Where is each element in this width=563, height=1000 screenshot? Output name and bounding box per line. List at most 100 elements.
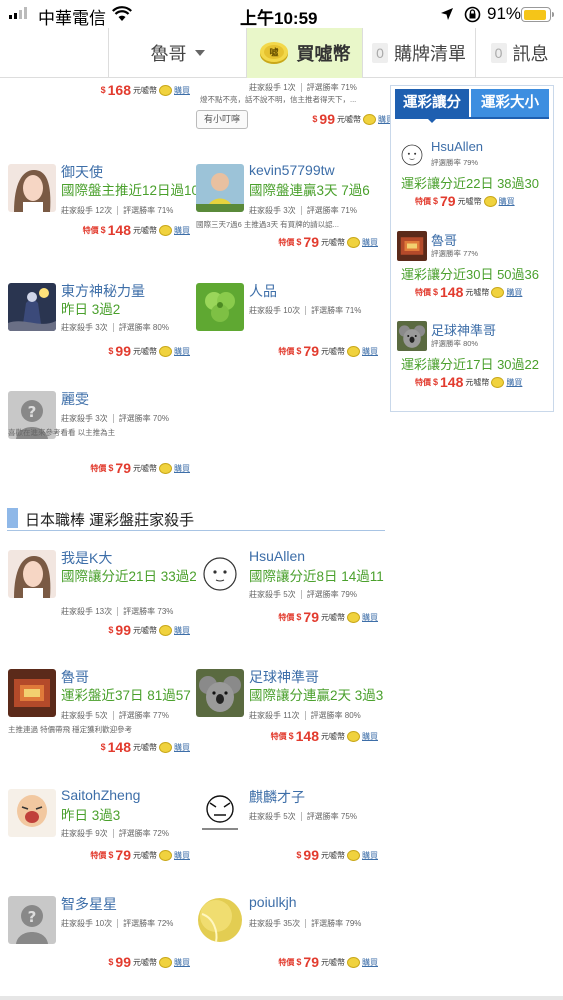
coin-icon [159, 956, 172, 968]
section-marker [7, 508, 18, 528]
card-meta: 莊家殺手 10次 評選勝率 72% [61, 919, 174, 929]
card-meta: 莊家殺手 3次 評選勝率 71% [249, 206, 357, 216]
expert-name[interactable]: 御天使 [61, 162, 103, 182]
price-row: 特價 $148 元噓幣 購買 [82, 222, 190, 238]
avatar[interactable] [196, 283, 244, 331]
tab-spread[interactable]: 運彩讓分 [395, 89, 469, 123]
buy-link[interactable]: 購買 [174, 742, 190, 753]
price-row: $168 元噓幣 購買 [100, 82, 190, 98]
special-label: 特價 [90, 463, 107, 473]
buy-link[interactable]: 購買 [174, 625, 190, 636]
win-rate: 評選勝率 77% [431, 249, 479, 258]
avatar[interactable] [196, 669, 244, 717]
expert-name[interactable]: 足球神準哥 [249, 667, 319, 687]
buy-link[interactable]: 購買 [174, 463, 190, 474]
battery-icon [521, 7, 554, 22]
expert-record: 國際讓分連贏2天 3過3 [249, 688, 384, 703]
expert-record: 運彩盤近37日 81過57 [61, 688, 191, 703]
expert-name[interactable]: HsuAllen [249, 548, 305, 564]
price-row: 特價 $148 元噓幣 購買 [415, 374, 523, 390]
card-meta: 莊家殺手 5次 評選勝率 77% [61, 711, 169, 721]
buy-coins-button[interactable]: 噓 買噓幣 [246, 28, 362, 78]
price-row: 特價 $148 元噓幣 購買 [415, 284, 523, 300]
top-nav: 魯哥 噓 買噓幣 0 購牌清單 0 訊息 [0, 28, 563, 78]
buy-link[interactable]: 購買 [174, 346, 190, 357]
expert-name[interactable]: 魯哥 [431, 230, 457, 249]
cart-count-badge: 0 [372, 43, 388, 63]
signal-icon [9, 7, 27, 19]
avatar[interactable] [196, 789, 244, 837]
avatar[interactable] [8, 164, 56, 212]
avatar[interactable]: ? [8, 896, 56, 944]
expert-name[interactable]: poiulkjh [249, 894, 296, 910]
avatar[interactable] [8, 283, 56, 331]
expert-name[interactable]: HsuAllen [431, 139, 483, 154]
tab-over-under[interactable]: 運彩大小 [471, 89, 549, 117]
avatar[interactable] [196, 550, 244, 598]
expert-name[interactable]: 東方神秘力量 [61, 281, 145, 301]
expert-record: 國際讓分近21日 33過24 [61, 569, 205, 584]
buy-link[interactable]: 購買 [506, 287, 522, 298]
expert-name[interactable]: kevin57799tw [249, 162, 335, 178]
expert-name[interactable]: 足球神準哥 [431, 320, 496, 339]
avatar[interactable] [8, 789, 56, 837]
price-amount: 79 [115, 460, 131, 476]
coin-icon [159, 84, 172, 96]
expert-name[interactable]: 魯哥 [61, 667, 89, 687]
buy-link[interactable]: 購買 [499, 196, 515, 207]
coin-icon [491, 286, 505, 298]
chevron-down-icon [194, 50, 205, 56]
buy-link[interactable]: 購買 [174, 957, 190, 968]
coin-icon [159, 224, 172, 236]
buy-link[interactable]: 購買 [362, 612, 378, 623]
buy-link[interactable]: 購買 [174, 225, 190, 236]
ranking-tabs: 運彩讓分 運彩大小 [391, 86, 553, 123]
card-meta: 莊家殺手 5次 評選勝率 79% [249, 590, 357, 600]
user-menu[interactable]: 魯哥 [108, 28, 246, 78]
wifi-icon [112, 6, 132, 21]
price-row: 特價 $79 元噓幣 購買 [90, 847, 190, 863]
buy-link[interactable]: 購買 [362, 850, 378, 861]
buy-link[interactable]: 購買 [362, 731, 378, 742]
expert-name[interactable]: 人品 [249, 281, 277, 301]
buy-link[interactable]: 購買 [362, 346, 378, 357]
expert-name[interactable]: 我是K大 [61, 548, 112, 568]
avatar[interactable] [196, 896, 244, 944]
price-row: $99 元噓幣 購買 [108, 954, 190, 970]
messages-link[interactable]: 0 訊息 [475, 28, 563, 78]
expert-name[interactable]: 麗雯 [61, 389, 89, 409]
expert-name[interactable]: SaitohZheng [61, 787, 140, 803]
messages-count-badge: 0 [490, 43, 507, 63]
win-rate: 評選勝率 79% [431, 158, 479, 167]
expert-name[interactable]: 智多星星 [61, 894, 117, 914]
svg-text:?: ? [28, 403, 37, 421]
buy-link[interactable]: 購買 [362, 957, 378, 968]
avatar[interactable] [196, 164, 244, 212]
coin-icon [159, 849, 172, 861]
expert-record: 運彩讓分近22日 38過30 [401, 176, 539, 191]
price-amount: 79 [303, 234, 319, 250]
tip-button[interactable]: 有小叮嚀 [196, 110, 248, 129]
cart-link[interactable]: 0 購牌清單 [362, 28, 475, 78]
buy-link[interactable]: 購買 [174, 85, 190, 96]
coin-glyph: 噓 [269, 47, 278, 59]
avatar[interactable] [8, 669, 56, 717]
price-amount: 148 [440, 374, 464, 390]
avatar[interactable] [397, 231, 427, 261]
carrier-label: 中華電信 [38, 9, 106, 28]
avatar[interactable] [397, 321, 427, 351]
buy-link[interactable]: 購買 [506, 377, 522, 388]
price-row: 特價 $148 元噓幣 購買 [270, 728, 378, 744]
expert-name[interactable]: 麒麟才子 [249, 787, 305, 807]
buy-link[interactable]: 購買 [174, 850, 190, 861]
bottom-divider [0, 996, 563, 1000]
price-amount: 79 [115, 847, 131, 863]
price-row: $99 元噓幣 購買 [296, 847, 378, 863]
card-meta: 莊家殺手 1次 評選勝率 71% [249, 83, 357, 93]
buy-link[interactable]: 購買 [362, 237, 378, 248]
card-meta: 莊家殺手 12次 評選勝率 71% [61, 206, 174, 216]
avatar[interactable] [397, 140, 427, 170]
avatar[interactable] [8, 550, 56, 598]
coin-icon: 噓 [259, 42, 288, 64]
price-amount: 148 [107, 739, 131, 755]
